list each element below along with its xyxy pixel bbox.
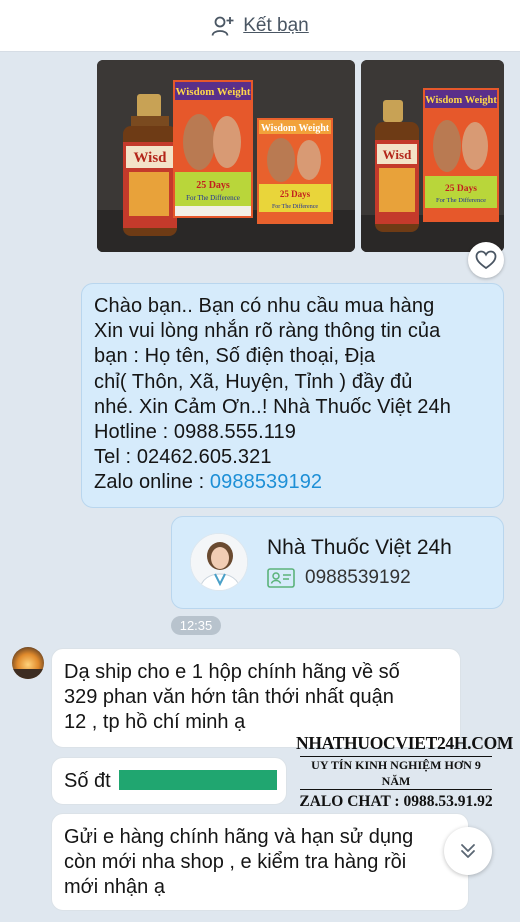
product-photo[interactable]: Wisd Wisdom Weight 25 Days For The Diffe… <box>361 60 504 252</box>
redacted-phone <box>118 770 277 790</box>
outgoing-message[interactable]: Chào bạn.. Bạn có nhu cầu mua hàng Xin v… <box>81 283 504 508</box>
message-line: Xin vui lòng nhắn rõ ràng thông tin của <box>94 320 441 343</box>
add-person-icon <box>211 16 234 36</box>
watermark-site: NHATHUOCVIET24H.COM <box>296 733 514 753</box>
svg-text:For The Difference: For The Difference <box>186 194 240 202</box>
message-line: nhé. Xin Cảm Ơn..! Nhà Thuốc Việt 24h <box>94 395 451 418</box>
scroll-to-bottom-button[interactable] <box>444 827 492 875</box>
svg-text:Wisdom Weight: Wisdom Weight <box>261 123 330 134</box>
message-line: còn mới nha shop , e kiểm tra hàng rồi <box>64 851 407 873</box>
incoming-message[interactable]: Gửi e hàng chính hãng và hạn sử dụng còn… <box>51 813 469 911</box>
zalo-label: Zalo online : <box>94 471 210 494</box>
svg-text:Wisdom Weight: Wisdom Weight <box>175 86 250 98</box>
message-line: Zalo online : 0988539192 <box>94 470 491 495</box>
contact-card[interactable]: Nhà Thuốc Việt 24h 0988539192 <box>171 516 504 609</box>
svg-text:For The Difference: For The Difference <box>272 203 318 210</box>
svg-text:Wisd: Wisd <box>383 147 412 162</box>
message-line: chỉ( Thôn, Xã, Huyện, Tỉnh ) đầy đủ <box>94 370 413 393</box>
svg-text:25 Days: 25 Days <box>445 184 477 194</box>
svg-text:Wisdom Weight: Wisdom Weight <box>425 95 497 106</box>
message-timestamp: 12:35 <box>171 616 221 635</box>
svg-text:For The Difference: For The Difference <box>436 197 486 204</box>
message-line: Tel : 02462.605.321 <box>94 446 272 469</box>
message-line: Dạ ship cho e 1 hộp chính hãng về số <box>64 661 400 683</box>
watermark: NHATHUOCVIET24H.COM UY TÍN KINH NGHIỆM H… <box>296 732 514 812</box>
add-friend-button[interactable]: Kết bạn <box>211 15 309 37</box>
svg-text:25 Days: 25 Days <box>280 189 311 199</box>
message-line: 329 phan văn hớn tân thới nhất quận <box>64 686 394 708</box>
heart-icon <box>475 250 497 270</box>
message-line: mới nhận ạ <box>64 876 165 898</box>
incoming-message[interactable]: Số đt <box>51 757 287 805</box>
contact-phone-row: 0988539192 <box>267 567 411 589</box>
contact-phone: 0988539192 <box>305 567 411 588</box>
id-card-icon <box>267 568 295 588</box>
message-line: Gửi e hàng chính hãng và hạn sử dụng <box>64 826 414 848</box>
heart-reaction-button[interactable] <box>468 242 504 278</box>
add-friend-label: Kết bạn <box>243 14 309 36</box>
top-bar: Kết bạn <box>0 0 520 52</box>
product-photo[interactable]: Wisd Wisdom Weight 25 Days For The Diffe… <box>97 60 355 252</box>
zalo-phone-link[interactable]: 0988539192 <box>210 471 322 493</box>
message-line: bạn : Họ tên, Số điện thoại, Địa <box>94 345 376 368</box>
contact-name: Nhà Thuốc Việt 24h <box>267 536 452 559</box>
message-line: Chào bạn.. Bạn có nhu cầu mua hàng <box>94 295 435 317</box>
message-line: Hotline : 0988.555.119 <box>94 421 296 444</box>
double-chevron-down-icon <box>461 844 475 858</box>
watermark-tagline: UY TÍN KINH NGHIỆM HƠN 9 NĂM <box>300 756 492 790</box>
contact-avatar <box>190 533 248 591</box>
svg-text:Wisd: Wisd <box>133 150 167 166</box>
sender-avatar[interactable] <box>12 647 44 679</box>
watermark-zalo: ZALO CHAT : 0988.53.91.92 <box>299 793 493 810</box>
message-line: Số đt <box>64 769 277 794</box>
svg-text:25 Days: 25 Days <box>196 180 230 191</box>
